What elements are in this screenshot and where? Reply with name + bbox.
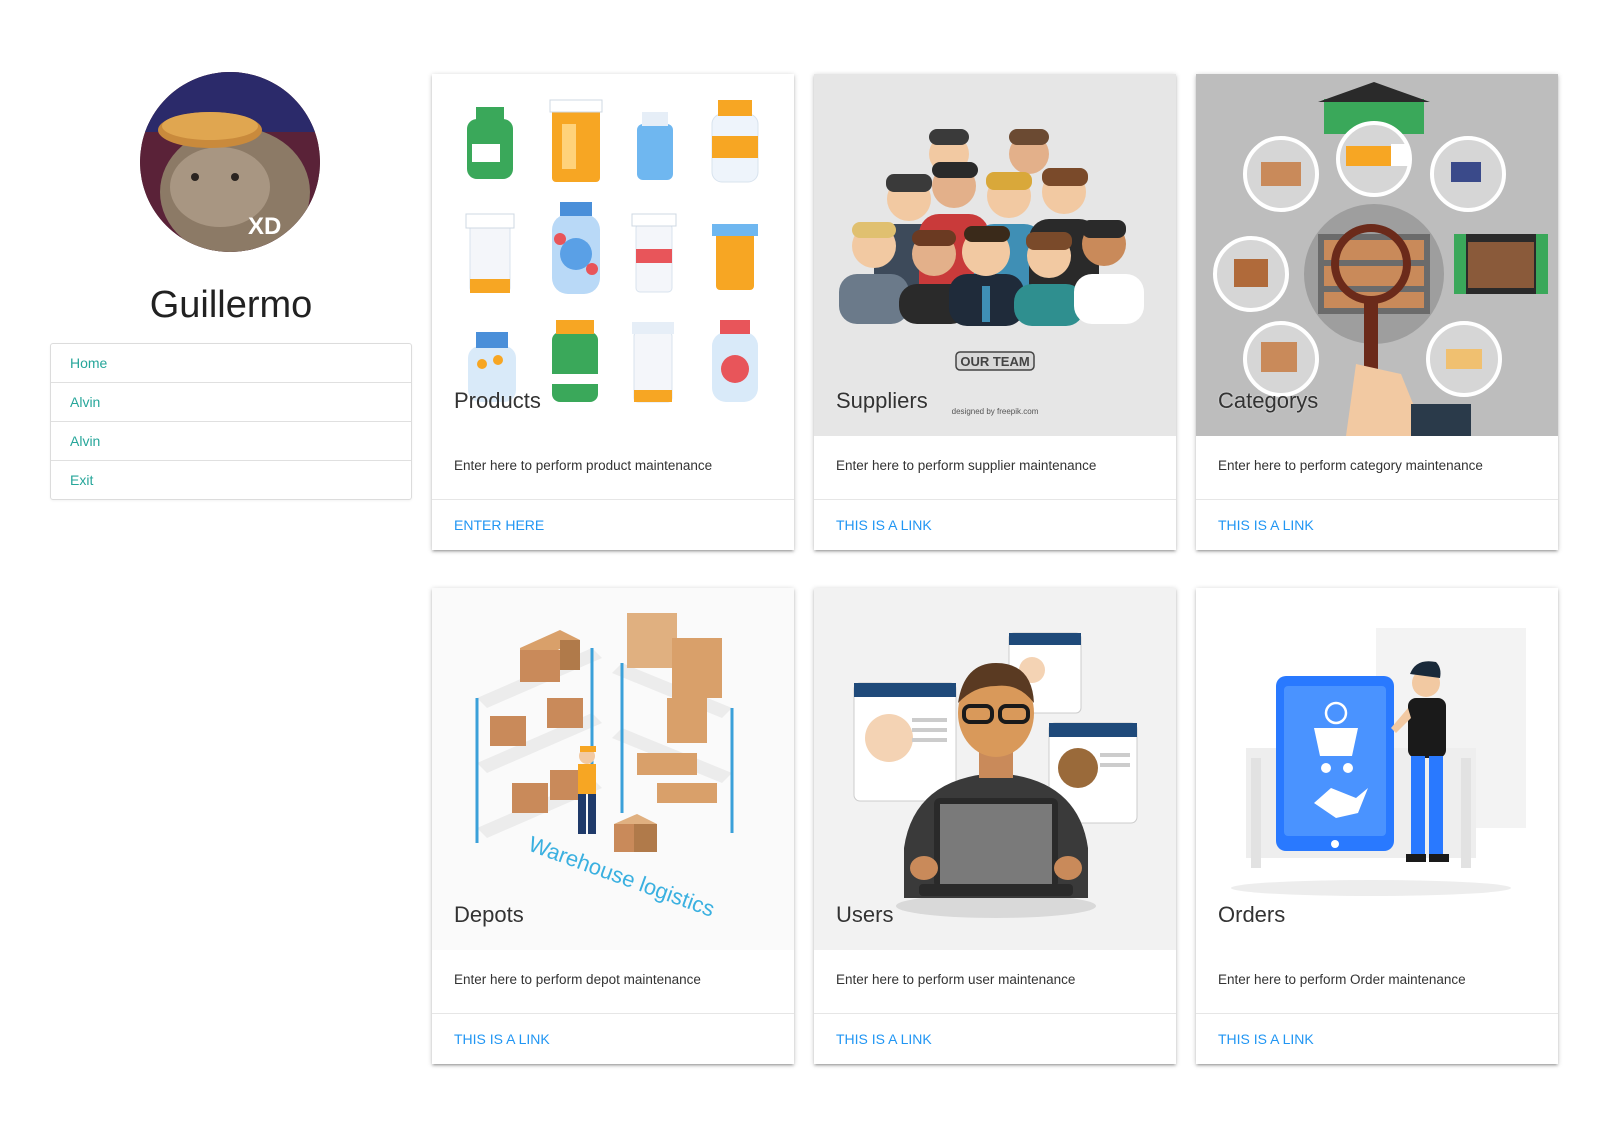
avatar-image: XD xyxy=(140,72,320,252)
products-title: Products xyxy=(454,388,541,413)
orders-card: Orders Enter here to perform Order maint… xyxy=(1196,588,1558,1064)
users-card: Users Enter here to perform user mainten… xyxy=(814,588,1176,1064)
orders-action: THIS IS A LINK xyxy=(1196,1013,1558,1065)
products-description: Enter here to perform product maintenanc… xyxy=(454,458,713,473)
users-image xyxy=(814,588,1176,950)
suppliers-action: THIS IS A LINK xyxy=(814,499,1176,551)
suppliers-title: Suppliers xyxy=(836,388,928,413)
users-title: Users xyxy=(836,902,894,927)
orders-image xyxy=(1196,588,1558,950)
depots-card: Warehouse logistics Depots Enter here to… xyxy=(432,588,794,1064)
products-action: ENTER HERE xyxy=(432,499,794,551)
categorys-link[interactable]: THIS IS A LINK xyxy=(1218,517,1314,533)
our-team-text: OUR TEAM xyxy=(960,354,1029,369)
users-action: THIS IS A LINK xyxy=(814,1013,1176,1065)
profile-name: Guillermo xyxy=(149,284,313,326)
suppliers-description: Enter here to perform supplier maintenan… xyxy=(836,458,1097,473)
menu-item-alvin-2[interactable]: Alvin xyxy=(51,422,411,461)
depots-description: Enter here to perform depot maintenance xyxy=(454,972,701,987)
menu-item-exit[interactable]: Exit xyxy=(51,461,411,499)
orders-title: Orders xyxy=(1218,902,1286,927)
depots-link[interactable]: THIS IS A LINK xyxy=(454,1031,550,1047)
categorys-description: Enter here to perform category maintenan… xyxy=(1218,458,1483,473)
suppliers-link[interactable]: THIS IS A LINK xyxy=(836,517,932,533)
categorys-title: Categorys xyxy=(1218,388,1319,413)
categorys-action: THIS IS A LINK xyxy=(1196,499,1558,551)
products-link[interactable]: ENTER HERE xyxy=(454,517,544,533)
menu-item-alvin[interactable]: Alvin xyxy=(51,383,411,422)
orders-description: Enter here to perform Order maintenance xyxy=(1218,972,1466,987)
suppliers-image: OUR TEAM designed by freepik.com xyxy=(814,74,1176,436)
categorys-card: Categorys Enter here to perform category… xyxy=(1196,74,1558,550)
depots-title: Depots xyxy=(454,902,524,927)
categorys-image xyxy=(1196,74,1558,436)
depots-image: Warehouse logistics xyxy=(432,588,794,950)
avatar: XD xyxy=(140,72,320,252)
avatar-badge: XD xyxy=(248,213,281,240)
sidebar-menu: Home Alvin Alvin Exit xyxy=(50,343,412,500)
products-card: Products Enter here to perform product m… xyxy=(432,74,794,550)
orders-link[interactable]: THIS IS A LINK xyxy=(1218,1031,1314,1047)
users-link[interactable]: THIS IS A LINK xyxy=(836,1031,932,1047)
menu-item-home[interactable]: Home xyxy=(51,344,411,383)
freepik-credit: designed by freepik.com xyxy=(952,407,1039,416)
users-description: Enter here to perform user maintenance xyxy=(836,972,1076,987)
depots-action: THIS IS A LINK xyxy=(432,1013,794,1065)
suppliers-card: OUR TEAM designed by freepik.com Supplie… xyxy=(814,74,1176,550)
products-image xyxy=(432,74,794,436)
